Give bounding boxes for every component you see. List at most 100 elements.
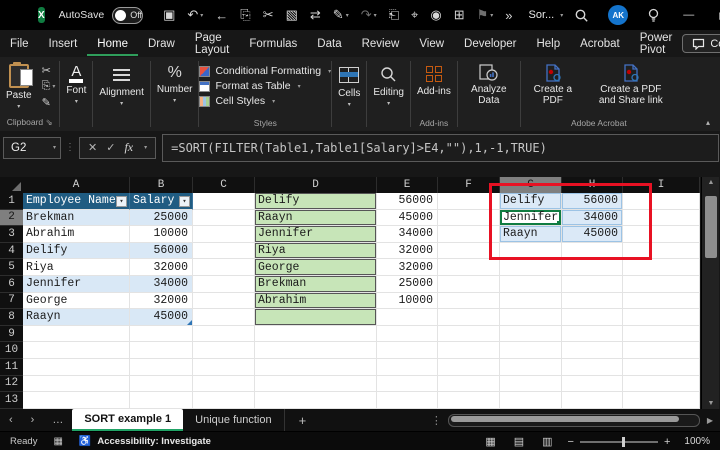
picture-icon[interactable]: ▧ [280,7,304,23]
add-sheet-button[interactable]: + [285,409,321,431]
format-painter-button[interactable]: ✎ [38,95,60,110]
more-sheets-icon[interactable]: … [43,414,72,426]
column-header-B[interactable]: B [130,177,193,193]
addins-button[interactable]: Add-ins [411,60,457,97]
cell-C2[interactable] [193,210,255,227]
overflow-icon[interactable]: » [499,8,518,23]
cell-A12[interactable] [23,376,130,393]
cell-I6[interactable] [623,276,700,293]
cell-A2[interactable]: Brekman [23,210,130,227]
cell-G6[interactable] [500,276,562,293]
row-header-5[interactable]: 5 [0,259,23,276]
cell-D5[interactable]: George [255,259,377,276]
cell-D9[interactable] [255,326,377,343]
cell-H9[interactable] [562,326,623,343]
vertical-scroll-thumb[interactable] [705,196,717,258]
cell-B1[interactable]: Salary▾ [130,193,193,210]
cell-B4[interactable]: 56000 [130,243,193,260]
cell-B5[interactable]: 32000 [130,259,193,276]
pin-icon[interactable]: ⌖ [405,7,424,23]
row-header-10[interactable]: 10 [0,342,23,359]
cell-F5[interactable] [438,259,500,276]
cell-D3[interactable]: Jennifer [255,226,377,243]
column-header-C[interactable]: C [193,177,255,193]
cell-D11[interactable] [255,359,377,376]
zoom-slider[interactable] [580,441,658,443]
cell-E13[interactable] [377,392,438,409]
cell-F10[interactable] [438,342,500,359]
menu-tab-developer[interactable]: Developer [454,32,526,56]
cell-E6[interactable]: 25000 [377,276,438,293]
macro-record-icon[interactable]: ▦ [53,436,62,447]
cut-icon[interactable]: ✂ [257,7,280,23]
cell-A1[interactable]: Employee Name▾ [23,193,130,210]
cell-C8[interactable] [193,309,255,326]
cell-F12[interactable] [438,376,500,393]
cell-E3[interactable]: 34000 [377,226,438,243]
row-header-8[interactable]: 8 [0,309,23,326]
cell-F11[interactable] [438,359,500,376]
conditional-formatting-button[interactable]: Conditional Formatting▾ [199,65,331,77]
cell-C6[interactable] [193,276,255,293]
select-all-corner[interactable] [0,177,23,193]
cell-I11[interactable] [623,359,700,376]
cell-C3[interactable] [193,226,255,243]
cell-D6[interactable]: Brekman [255,276,377,293]
cell-styles-button[interactable]: Cell Styles▾ [199,95,331,107]
zoom-out-icon[interactable]: − [562,436,580,448]
cell-A11[interactable] [23,359,130,376]
autosave-toggle[interactable]: Off [112,7,143,24]
cell-C13[interactable] [193,392,255,409]
cell-B7[interactable]: 32000 [130,293,193,310]
row-header-11[interactable]: 11 [0,359,23,376]
cell-C1[interactable] [193,193,255,210]
cell-H12[interactable] [562,376,623,393]
menu-tab-formulas[interactable]: Formulas [239,32,307,56]
cell-A4[interactable]: Delify [23,243,130,260]
menu-tab-view[interactable]: View [409,32,454,56]
cell-I12[interactable] [623,376,700,393]
cut-button[interactable]: ✂ [38,63,60,78]
cell-A7[interactable]: George [23,293,130,310]
cell-D8[interactable] [255,309,377,326]
insert-function-icon[interactable]: fx [124,140,133,155]
cell-F8[interactable] [438,309,500,326]
cell-E4[interactable]: 32000 [377,243,438,260]
menu-tab-home[interactable]: Home [87,32,138,56]
cell-E8[interactable] [377,309,438,326]
zoom-in-icon[interactable]: + [658,436,676,448]
cell-G11[interactable] [500,359,562,376]
cell-E1[interactable]: 56000 [377,193,438,210]
vertical-scrollbar[interactable]: ▲ ▼ [701,177,719,409]
cell-F13[interactable] [438,392,500,409]
undo-icon[interactable]: ↶▾ [181,7,209,23]
copy-button[interactable]: ⎘▾ [38,79,60,94]
cell-D12[interactable] [255,376,377,393]
create-pdf-button[interactable]: Create a PDF [521,60,585,106]
cell-B12[interactable] [130,376,193,393]
page-break-view-icon[interactable]: ▥ [533,435,561,448]
cell-A13[interactable] [23,392,130,409]
document-title[interactable]: Sor...▾ [529,9,564,21]
cell-F9[interactable] [438,326,500,343]
menu-tab-insert[interactable]: Insert [39,32,88,56]
cell-G9[interactable] [500,326,562,343]
zoom-level[interactable]: 100% [676,436,720,447]
cell-D2[interactable]: Raayn [255,210,377,227]
cell-C7[interactable] [193,293,255,310]
cell-A10[interactable] [23,342,130,359]
row-header-1[interactable]: 1 [0,193,23,210]
column-header-D[interactable]: D [255,177,377,193]
cell-F6[interactable] [438,276,500,293]
font-menu-button[interactable]: A Font ▾ [60,60,92,105]
analyze-data-button[interactable]: Analyze Data [458,60,520,106]
collapse-ribbon-icon[interactable]: ▴ [706,118,710,127]
cell-B6[interactable]: 34000 [130,276,193,293]
row-header-13[interactable]: 13 [0,392,23,409]
cell-I8[interactable] [623,309,700,326]
filter-dropdown-icon[interactable]: ▾ [116,196,127,207]
translate-icon[interactable]: ⇄ [304,7,327,23]
horizontal-scroll-thumb[interactable] [451,416,679,422]
cell-G7[interactable] [500,293,562,310]
cell-G12[interactable] [500,376,562,393]
